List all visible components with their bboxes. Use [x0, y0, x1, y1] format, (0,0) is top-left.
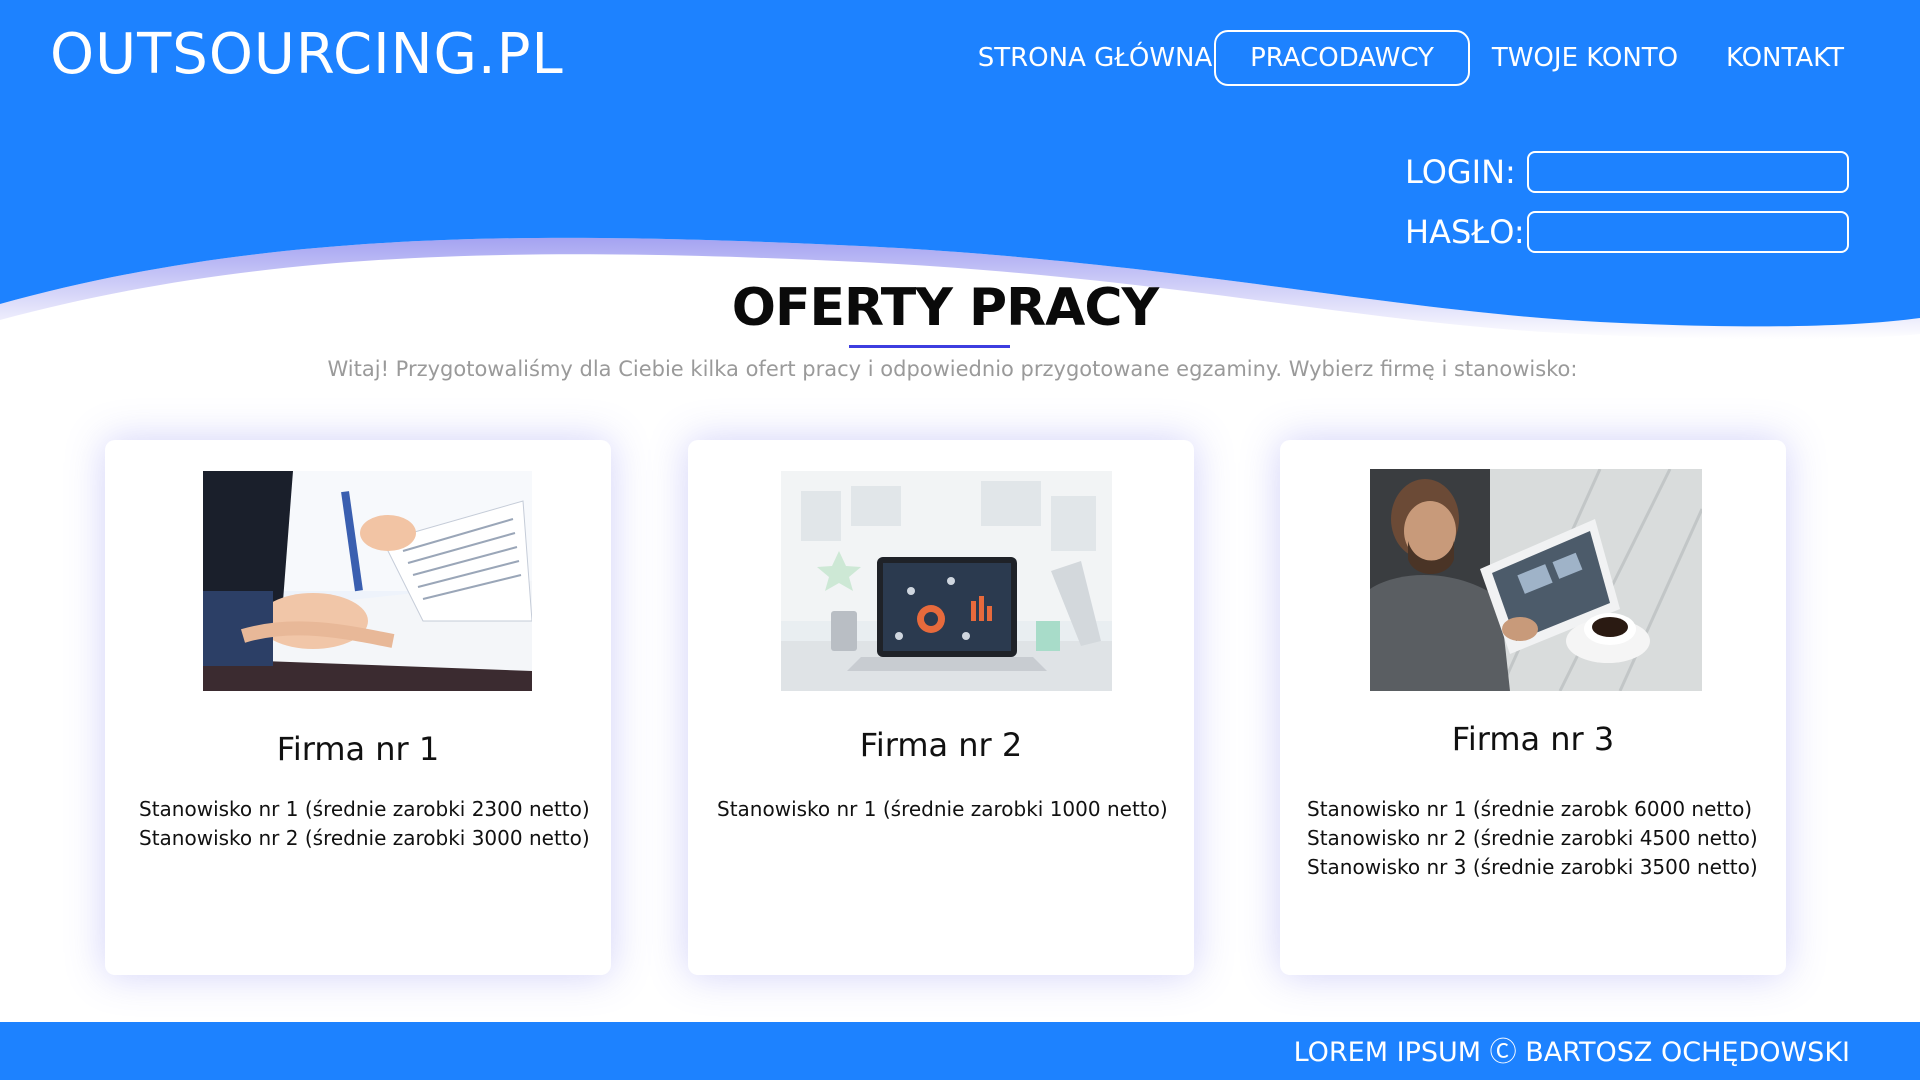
- company-name: Firma nr 2: [859, 726, 1023, 764]
- nav-home[interactable]: STRONA GŁÓWNA: [955, 30, 1235, 86]
- password-row: HASŁO:: [0, 211, 1920, 253]
- password-label: HASŁO:: [1405, 213, 1525, 251]
- intro-text: Witaj! Przygotowaliśmy dla Ciebie kilka …: [327, 357, 1578, 381]
- login-row: LOGIN:: [0, 151, 1920, 193]
- page-title: OFERTY PRACY: [731, 278, 1159, 338]
- company-card-2[interactable]: Firma nr 2 Stanowisko nr 1 (średnie zaro…: [688, 440, 1194, 975]
- footer-copyright: LOREM IPSUM Ⓒ BARTOSZ OCHĘDOWSKI: [1293, 1037, 1850, 1068]
- position-item[interactable]: Stanowisko nr 2 (średnie zarobki 3000 ne…: [139, 824, 590, 853]
- footer: LOREM IPSUM Ⓒ BARTOSZ OCHĘDOWSKI: [0, 1022, 1920, 1080]
- position-item[interactable]: Stanowisko nr 1 (średnie zarobki 2300 ne…: [139, 795, 590, 824]
- company-name: Firma nr 1: [276, 730, 440, 768]
- business-documents-photo: [203, 471, 532, 691]
- main-navigation: STRONA GŁÓWNA PRACODAWCY TWOJE KONTO KON…: [0, 30, 1920, 86]
- password-input[interactable]: [1527, 211, 1849, 253]
- laptop-desk-photo: [781, 471, 1112, 691]
- position-item[interactable]: Stanowisko nr 2 (średnie zarobki 4500 ne…: [1307, 824, 1758, 853]
- position-item[interactable]: Stanowisko nr 1 (średnie zarobki 1000 ne…: [717, 795, 1168, 824]
- company-card-1[interactable]: Firma nr 1 Stanowisko nr 1 (średnie zaro…: [105, 440, 611, 975]
- company-name: Firma nr 3: [1451, 720, 1615, 758]
- positions-list: Stanowisko nr 1 (średnie zarobki 1000 ne…: [717, 795, 1168, 824]
- position-item[interactable]: Stanowisko nr 3 (średnie zarobki 3500 ne…: [1307, 853, 1758, 882]
- login-input[interactable]: [1527, 151, 1849, 193]
- login-label: LOGIN:: [1405, 153, 1516, 191]
- nav-employers[interactable]: PRACODAWCY: [1214, 30, 1470, 86]
- positions-list: Stanowisko nr 1 (średnie zarobk 6000 net…: [1307, 795, 1758, 882]
- positions-list: Stanowisko nr 1 (średnie zarobki 2300 ne…: [139, 795, 590, 853]
- position-item[interactable]: Stanowisko nr 1 (średnie zarobk 6000 net…: [1307, 795, 1758, 824]
- company-card-3[interactable]: Firma nr 3 Stanowisko nr 1 (średnie zaro…: [1280, 440, 1786, 975]
- man-with-tablet-photo: [1370, 469, 1702, 691]
- nav-contact[interactable]: KONTAKT: [1718, 30, 1852, 86]
- nav-account[interactable]: TWOJE KONTO: [1483, 30, 1687, 86]
- title-underline: [849, 345, 1010, 348]
